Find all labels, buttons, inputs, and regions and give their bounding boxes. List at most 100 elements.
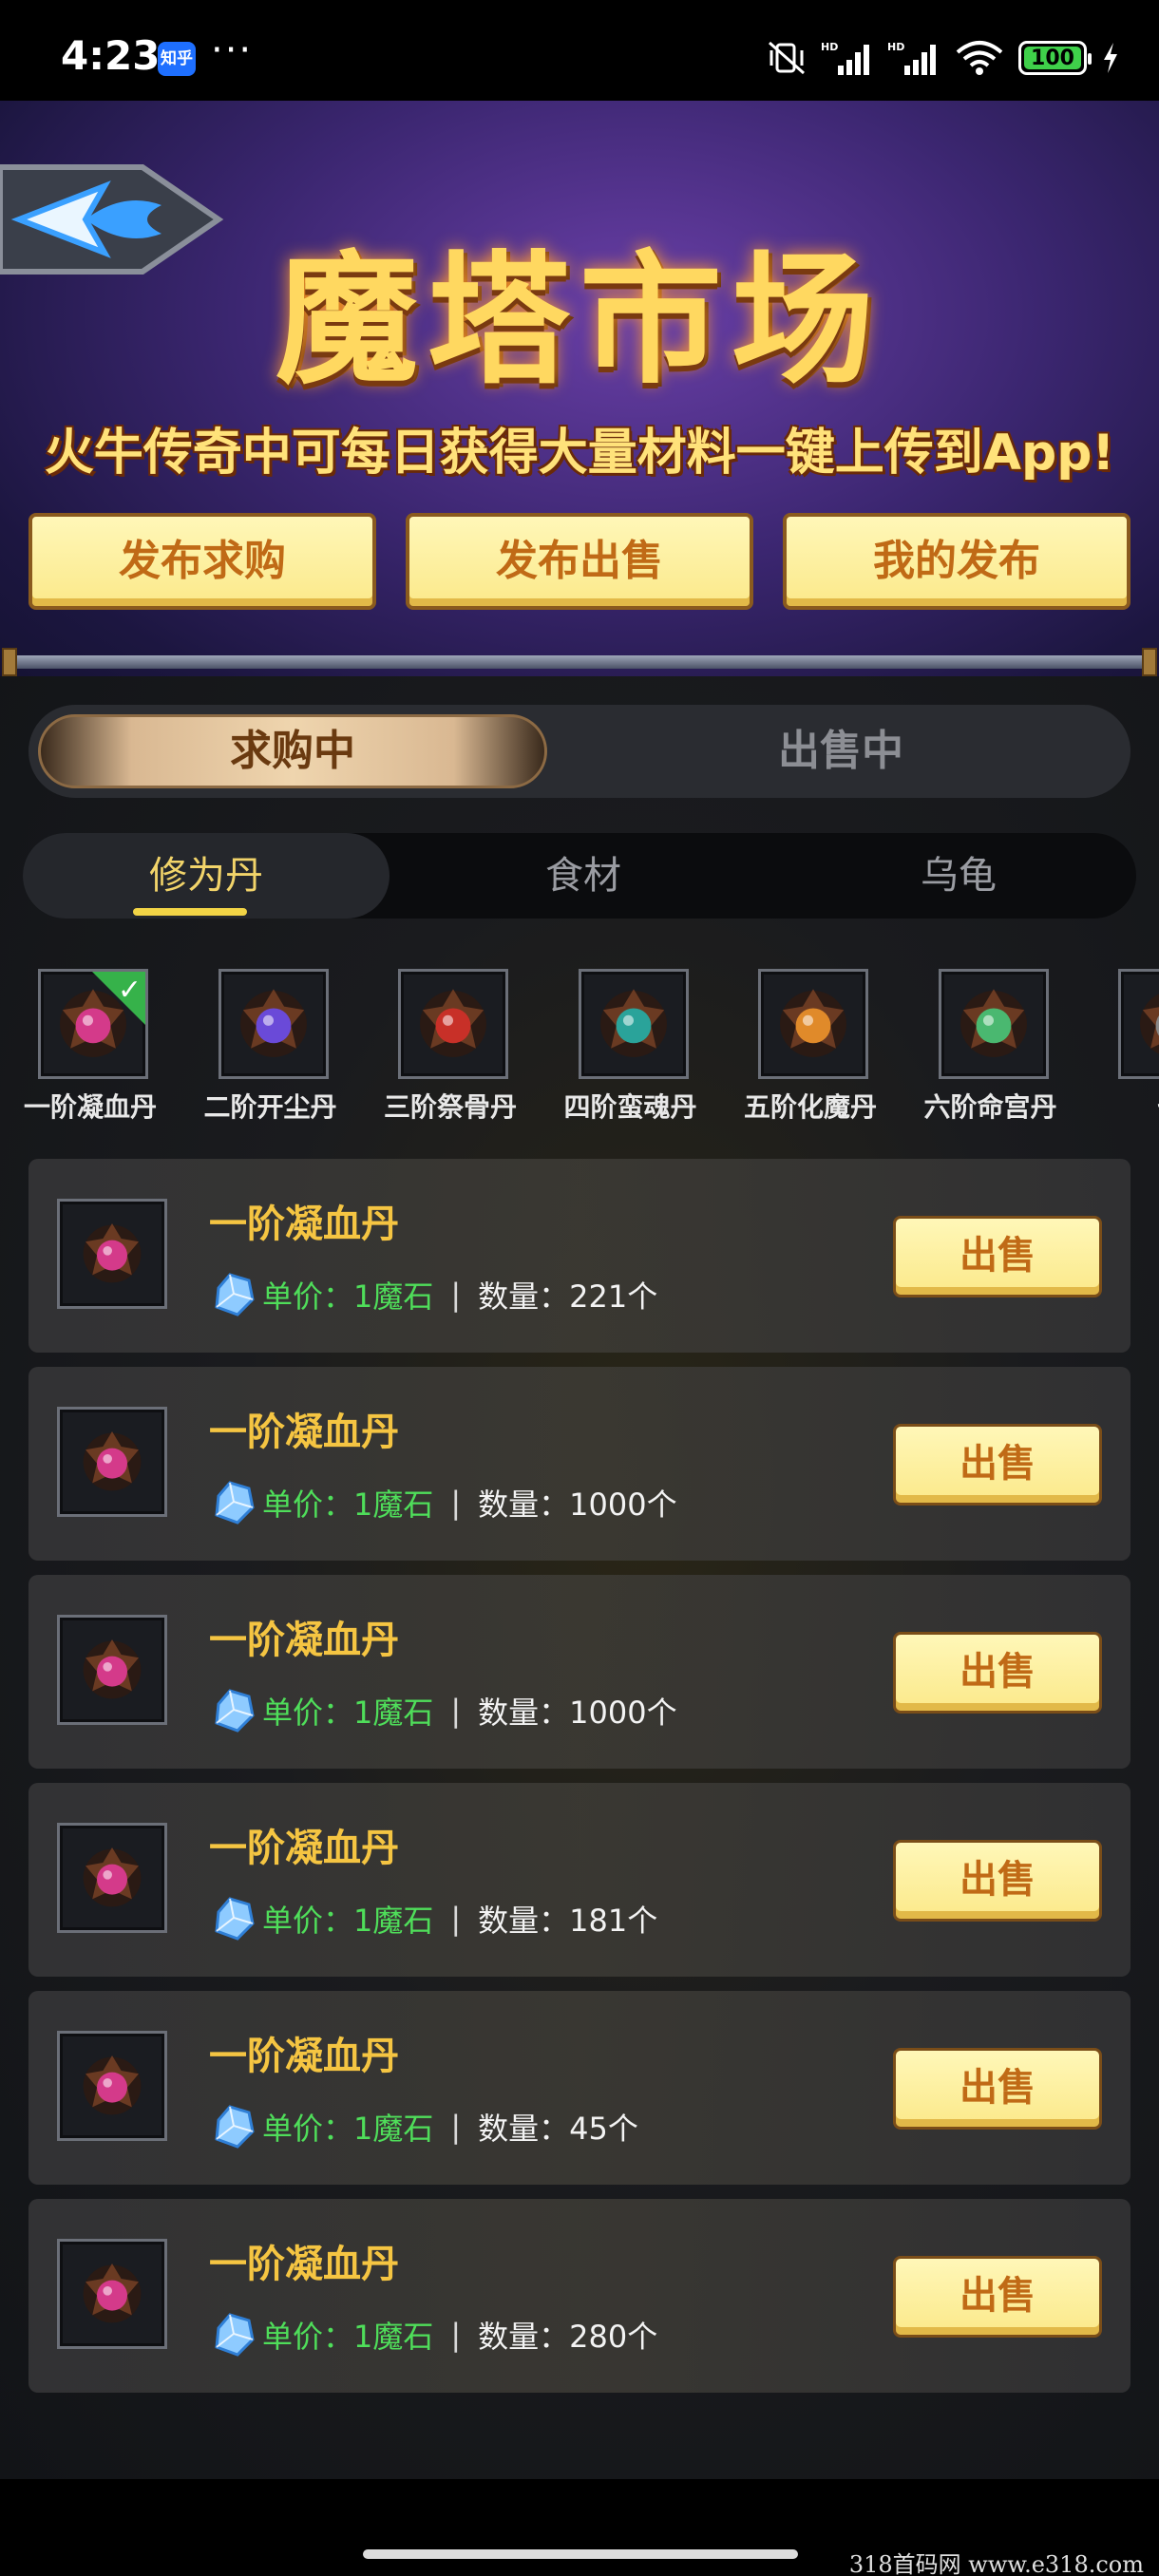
page-title: 魔塔市场 xyxy=(275,237,884,404)
item-label: 五阶化魔丹 xyxy=(743,1091,877,1123)
clock: 4:23 xyxy=(61,32,161,79)
listing-item-name: 一阶凝血丹 xyxy=(209,1827,399,1870)
mode-switch: 求购中 出售中 xyxy=(28,705,1130,798)
listing-meta: 单价：1魔石 | 数量：1000个 xyxy=(209,1479,677,1526)
header-divider xyxy=(0,648,1159,676)
sell-button[interactable]: 出售 xyxy=(893,1424,1102,1506)
listing-meta: 单价：1魔石 | 数量：181个 xyxy=(209,1895,657,1942)
item-icon-frame xyxy=(218,969,329,1079)
listing-card: 一阶凝血丹单价：1魔石 | 数量：181个 出售 xyxy=(28,1783,1130,1977)
listing-meta: 单价：1魔石 | 数量：280个 xyxy=(209,2311,657,2358)
item-label: 三阶祭骨丹 xyxy=(383,1091,517,1123)
pill-icon xyxy=(420,989,486,1057)
item-option[interactable]: 五阶化魔丹 xyxy=(720,969,901,1130)
vibrate-mute-icon xyxy=(769,41,805,75)
item-selector: ✓ 一阶凝血丹 二阶开尘丹 三阶祭骨丹 四阶蛮魂丹 五阶化魔丹 六阶命宫丹七 xyxy=(0,969,1159,1130)
item-icon-frame xyxy=(578,969,689,1079)
home-indicator[interactable] xyxy=(363,2549,798,2559)
sell-button[interactable]: 出售 xyxy=(893,1632,1102,1714)
listing-quantity: 数量：1000个 xyxy=(478,1695,677,1731)
magic-stone-icon xyxy=(215,1273,255,1316)
listing-price: 单价：1魔石 xyxy=(262,1695,434,1731)
active-tab-indicator xyxy=(133,908,247,916)
my-posts-button[interactable]: 我的发布 xyxy=(783,513,1130,610)
listing-item-icon xyxy=(57,1199,167,1309)
signal-2-icon: HD xyxy=(887,41,936,75)
pill-icon xyxy=(1140,994,1159,1054)
pill-icon xyxy=(780,989,846,1057)
sell-button[interactable]: 出售 xyxy=(893,2048,1102,2130)
listing-item-icon xyxy=(57,1823,167,1933)
pill-icon xyxy=(83,2055,142,2115)
magic-stone-icon xyxy=(215,2105,255,2149)
tab-buying[interactable]: 求购中 xyxy=(38,714,547,788)
item-option[interactable]: 三阶祭骨丹 xyxy=(360,969,541,1130)
market-header: 魔塔市场 火牛传奇中可每日获得大量材料一键上传到App! 发布求购 发布出售 我… xyxy=(0,101,1159,709)
meta-separator: | xyxy=(450,2317,462,2353)
magic-stone-icon xyxy=(215,2313,255,2357)
checkmark-icon: ✓ xyxy=(117,974,142,1007)
listing-item-name: 一阶凝血丹 xyxy=(209,2243,399,2286)
item-icon-frame xyxy=(398,969,508,1079)
item-label: 一阶凝血丹 xyxy=(23,1091,157,1123)
item-option[interactable]: 七 xyxy=(1080,969,1159,1130)
item-option[interactable]: ✓ 一阶凝血丹 xyxy=(0,969,180,1130)
listing-card: 一阶凝血丹单价：1魔石 | 数量：280个 出售 xyxy=(28,2199,1130,2393)
listing-price: 单价：1魔石 xyxy=(262,1487,434,1523)
listing-price: 单价：1魔石 xyxy=(262,1903,434,1939)
tab-selling[interactable]: 出售中 xyxy=(560,714,1121,788)
item-label: 四阶蛮魂丹 xyxy=(563,1091,697,1123)
meta-separator: | xyxy=(450,1277,462,1313)
pill-icon xyxy=(83,2263,142,2323)
svg-text:HD: HD xyxy=(887,41,904,53)
wifi-icon xyxy=(956,41,1003,75)
meta-separator: | xyxy=(450,2109,462,2145)
item-icon-frame xyxy=(758,969,868,1079)
zhihu-app-icon: 知乎 xyxy=(158,42,196,76)
tab-cultivation-pills[interactable]: 修为丹 xyxy=(23,833,390,919)
item-option[interactable]: 四阶蛮魂丹 xyxy=(541,969,721,1130)
charging-icon xyxy=(1104,43,1117,73)
listing-price: 单价：1魔石 xyxy=(262,1279,434,1315)
tab-ingredients[interactable]: 食材 xyxy=(398,833,769,919)
more-notifications-icon: ··· xyxy=(211,28,254,72)
sell-button[interactable]: 出售 xyxy=(893,1840,1102,1922)
item-label: 七 xyxy=(1080,1087,1159,1125)
listing-item-name: 一阶凝血丹 xyxy=(209,2035,399,2078)
item-icon-frame xyxy=(938,969,1049,1079)
post-buy-request-button[interactable]: 发布求购 xyxy=(28,513,376,610)
status-icons: HD HD 100 xyxy=(766,34,1121,82)
listing-item-name: 一阶凝血丹 xyxy=(209,1619,399,1662)
listing-quantity: 数量：181个 xyxy=(478,1903,658,1939)
sell-button[interactable]: 出售 xyxy=(893,1216,1102,1297)
svg-text:HD: HD xyxy=(821,41,838,53)
pill-icon xyxy=(239,989,307,1057)
pill-icon xyxy=(960,989,1027,1057)
item-icon-frame xyxy=(1118,969,1159,1079)
listing-item-name: 一阶凝血丹 xyxy=(209,1411,399,1454)
post-sell-offer-button[interactable]: 发布出售 xyxy=(406,513,753,610)
watermark: 318首码网 www.e318.com xyxy=(848,2551,1144,2576)
pill-icon xyxy=(599,989,667,1057)
listing-item-icon xyxy=(57,2031,167,2141)
listing-quantity: 数量：45个 xyxy=(478,2111,638,2147)
listing-card: 一阶凝血丹单价：1魔石 | 数量：1000个 出售 xyxy=(28,1575,1130,1769)
listing-meta: 单价：1魔石 | 数量：45个 xyxy=(209,2103,638,2150)
tab-turtles[interactable]: 乌龟 xyxy=(773,833,1144,919)
listing-list: 一阶凝血丹 单价：1魔石 | 数量：221个 出售 一阶凝血丹 单价：1魔石 | 数量：1000… xyxy=(28,1159,1130,2407)
signal-1-icon: HD xyxy=(821,41,869,75)
item-option[interactable]: 六阶命宫丹 xyxy=(901,969,1081,1130)
meta-separator: | xyxy=(450,1693,462,1729)
sell-button[interactable]: 出售 xyxy=(893,2256,1102,2338)
meta-separator: | xyxy=(450,1901,462,1937)
page-subtitle: 火牛传奇中可每日获得大量材料一键上传到App! xyxy=(44,425,1115,482)
item-option[interactable]: 二阶开尘丹 xyxy=(180,969,361,1130)
market-content: 求购中 出售中 修为丹 食材 乌龟 ✓ 一阶凝血丹 二阶开尘丹 三阶祭骨丹 四阶蛮魂丹 五… xyxy=(0,676,1159,2479)
meta-separator: | xyxy=(450,1485,462,1521)
pill-icon xyxy=(83,1847,142,1907)
magic-stone-icon xyxy=(215,1689,255,1733)
listing-item-icon xyxy=(57,2239,167,2349)
item-label: 六阶命宫丹 xyxy=(923,1091,1057,1123)
listing-meta: 单价：1魔石 | 数量：221个 xyxy=(209,1271,657,1318)
item-icon-frame: ✓ xyxy=(38,969,148,1079)
